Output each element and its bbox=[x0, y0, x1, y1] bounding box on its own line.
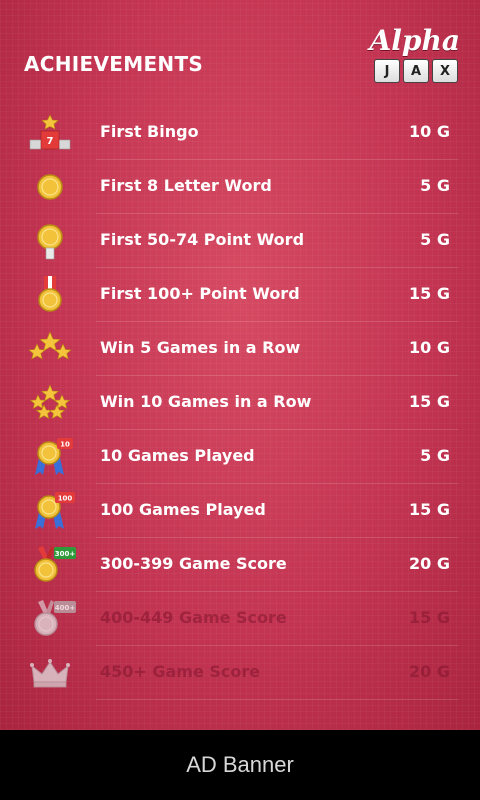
logo-tile: X bbox=[432, 59, 458, 83]
logo-tile: J bbox=[374, 59, 400, 83]
achievement-row[interactable]: 100 100 Games Played 15 G bbox=[0, 484, 480, 538]
achievement-row[interactable]: First 8 Letter Word 5 G bbox=[0, 160, 480, 214]
row-divider bbox=[96, 699, 458, 700]
svg-text:10: 10 bbox=[60, 441, 70, 449]
achievement-list: 7 First Bingo 10 G First 8 Letter Word 5… bbox=[0, 106, 480, 700]
gold-medal-icon bbox=[24, 222, 76, 260]
silver-medal-tag-icon: 400+ bbox=[24, 600, 76, 638]
achievement-row[interactable]: First 100+ Point Word 15 G bbox=[0, 268, 480, 322]
achievement-name: Win 5 Games in a Row bbox=[100, 338, 301, 357]
page-title: ACHIEVEMENTS bbox=[24, 52, 204, 76]
achievement-points: 20 G bbox=[409, 554, 450, 573]
achievement-name: First 50-74 Point Word bbox=[100, 230, 305, 249]
gold-medal-tag-icon: 300+ bbox=[24, 546, 76, 584]
ad-banner[interactable]: AD Banner bbox=[0, 730, 480, 800]
achievement-points: 5 G bbox=[420, 176, 450, 195]
achievement-row[interactable]: First 50-74 Point Word 5 G bbox=[0, 214, 480, 268]
achievement-row[interactable]: 300+ 300-399 Game Score 20 G bbox=[0, 538, 480, 592]
achievement-points: 5 G bbox=[420, 230, 450, 249]
achievement-points: 10 G bbox=[409, 122, 450, 141]
achievement-row-locked[interactable]: 450+ Game Score 20 G bbox=[0, 646, 480, 700]
gold-coin-icon bbox=[24, 168, 76, 206]
achievement-name: First 8 Letter Word bbox=[100, 176, 272, 195]
achievement-points: 15 G bbox=[409, 500, 450, 519]
ribbon-medal-icon: 100 bbox=[24, 492, 76, 530]
svg-text:400+: 400+ bbox=[55, 604, 76, 612]
achievement-name: First 100+ Point Word bbox=[100, 284, 300, 303]
achievement-name: Win 10 Games in a Row bbox=[100, 392, 312, 411]
achievement-points: 15 G bbox=[409, 284, 450, 303]
achievement-points: 20 G bbox=[409, 662, 450, 681]
achievement-name: First Bingo bbox=[100, 122, 199, 141]
achievement-row[interactable]: Win 10 Games in a Row 15 G bbox=[0, 376, 480, 430]
header: ACHIEVEMENTS Alpha J A X bbox=[0, 0, 480, 96]
gold-medal-ribbon-icon bbox=[24, 276, 76, 314]
achievement-name: 100 Games Played bbox=[100, 500, 266, 519]
achievement-points: 10 G bbox=[409, 338, 450, 357]
logo-tile: A bbox=[403, 59, 429, 83]
achievement-name: 10 Games Played bbox=[100, 446, 255, 465]
five-stars-icon bbox=[24, 384, 76, 422]
crown-icon bbox=[24, 654, 76, 692]
ribbon-medal-icon: 10 bbox=[24, 438, 76, 476]
achievement-row[interactable]: Win 5 Games in a Row 10 G bbox=[0, 322, 480, 376]
achievement-name: 450+ Game Score bbox=[100, 662, 261, 681]
achievements-screen: ACHIEVEMENTS Alpha J A X 7 First Bingo 1… bbox=[0, 0, 480, 730]
achievement-points: 15 G bbox=[409, 608, 450, 627]
svg-text:300+: 300+ bbox=[55, 550, 76, 558]
achievement-row-locked[interactable]: 400+ 400-449 Game Score 15 G bbox=[0, 592, 480, 646]
svg-text:7: 7 bbox=[47, 136, 54, 147]
achievement-row[interactable]: 10 10 Games Played 5 G bbox=[0, 430, 480, 484]
logo-script: Alpha bbox=[369, 24, 460, 57]
achievement-points: 15 G bbox=[409, 392, 450, 411]
achievement-row[interactable]: 7 First Bingo 10 G bbox=[0, 106, 480, 160]
alphajax-logo: Alpha J A X bbox=[366, 22, 462, 88]
achievement-points: 5 G bbox=[420, 446, 450, 465]
achievement-name: 300-399 Game Score bbox=[100, 554, 287, 573]
logo-tiles: J A X bbox=[374, 59, 458, 83]
achievement-name: 400-449 Game Score bbox=[100, 608, 287, 627]
podium-star-icon: 7 bbox=[24, 114, 76, 152]
three-stars-icon bbox=[24, 330, 76, 368]
ad-banner-label: AD Banner bbox=[186, 752, 294, 777]
svg-text:100: 100 bbox=[58, 495, 73, 503]
